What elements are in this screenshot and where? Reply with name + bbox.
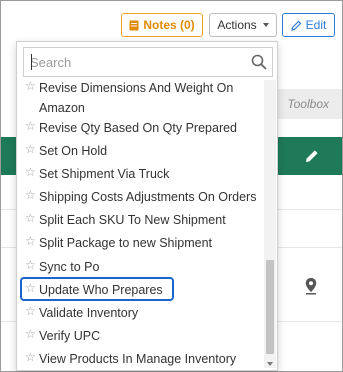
actions-dropdown-button[interactable]: Actions [209,13,277,37]
text-cursor [31,54,32,70]
notes-button[interactable]: Notes (0) [121,13,203,37]
menu-item[interactable]: ☆ Verify UPC [25,326,262,346]
star-icon[interactable]: ☆ [25,326,36,343]
menu-item[interactable]: ☆ View Products In Manage Inventory [25,349,262,368]
toolbox-bar: Toolbox [276,89,342,119]
edit-button-label: Edit [305,18,327,32]
notes-button-label: Notes (0) [143,18,195,32]
menu-item[interactable]: ☆ Revise Qty Based On Qty Prepared [25,118,262,138]
menu-item[interactable]: ☆ Split Each SKU To New Shipment [25,210,262,230]
menu-item[interactable]: ☆ Set Shipment Via Truck [25,164,262,184]
location-pin-icon[interactable] [303,277,319,295]
menu-list: ☆ Revise Dimensions And Weight On Amazon… [17,80,262,368]
scrollbar[interactable] [264,80,276,368]
actions-dropdown-menu: ☆ Revise Dimensions And Weight On Amazon… [16,41,278,371]
window-frame: Notes (0) Actions Edit Toolbox Search ☆ … [0,0,343,372]
caret-down-icon [262,23,269,27]
edit-button[interactable]: Edit [282,13,335,37]
search-box[interactable] [23,47,273,77]
search-input[interactable] [24,48,256,76]
menu-item-label: Verify UPC [39,329,101,343]
star-icon[interactable]: ☆ [25,80,36,95]
actions-button-label: Actions [217,18,257,32]
menu-item[interactable]: ☆ Set On Hold [25,141,262,161]
pencil-icon[interactable] [303,147,321,165]
menu-item[interactable]: ☆ Sync to Po [25,257,262,277]
menu-item-label: View Products In Manage Inventory [39,352,237,366]
scrollbar-thumb[interactable] [266,260,274,354]
star-icon[interactable]: ☆ [25,233,36,250]
note-icon [129,20,139,30]
menu-item-label: Revise Qty Based On Qty Prepared [39,121,238,135]
selection-highlight [20,277,174,301]
menu-item[interactable]: ☆ Shipping Costs Adjustments On Orders [25,187,262,207]
menu-item-label: Split Each SKU To New Shipment [39,213,226,227]
search-icon [251,54,267,70]
menu-item[interactable]: ☆ Validate Inventory [25,303,262,323]
star-icon[interactable]: ☆ [25,164,36,181]
menu-item-label: Split Package to new Shipment [39,236,213,250]
menu-item-label: Sync to Po [39,260,100,274]
menu-item-label: Revise Dimensions And Weight On Amazon [39,81,234,115]
star-icon[interactable]: ☆ [25,187,36,204]
pencil-icon [290,20,302,31]
menu-item-label: Shipping Costs Adjustments On Orders [39,190,257,204]
toolbox-label: Toolbox [287,97,329,111]
star-icon[interactable]: ☆ [25,118,36,135]
star-icon[interactable]: ☆ [25,210,36,227]
star-icon[interactable]: ☆ [25,257,36,274]
menu-item[interactable]: ☆ Split Package to new Shipment [25,233,262,253]
scroll-down-arrow-icon[interactable] [267,362,273,366]
menu-item[interactable]: ☆ Revise Dimensions And Weight On Amazon [25,80,262,118]
menu-item-label: Set Shipment Via Truck [39,167,170,181]
star-icon[interactable]: ☆ [25,349,36,366]
star-icon[interactable]: ☆ [25,303,36,320]
menu-item-label: Validate Inventory [39,306,139,320]
menu-item-label: Set On Hold [39,144,108,158]
star-icon[interactable]: ☆ [25,141,36,158]
